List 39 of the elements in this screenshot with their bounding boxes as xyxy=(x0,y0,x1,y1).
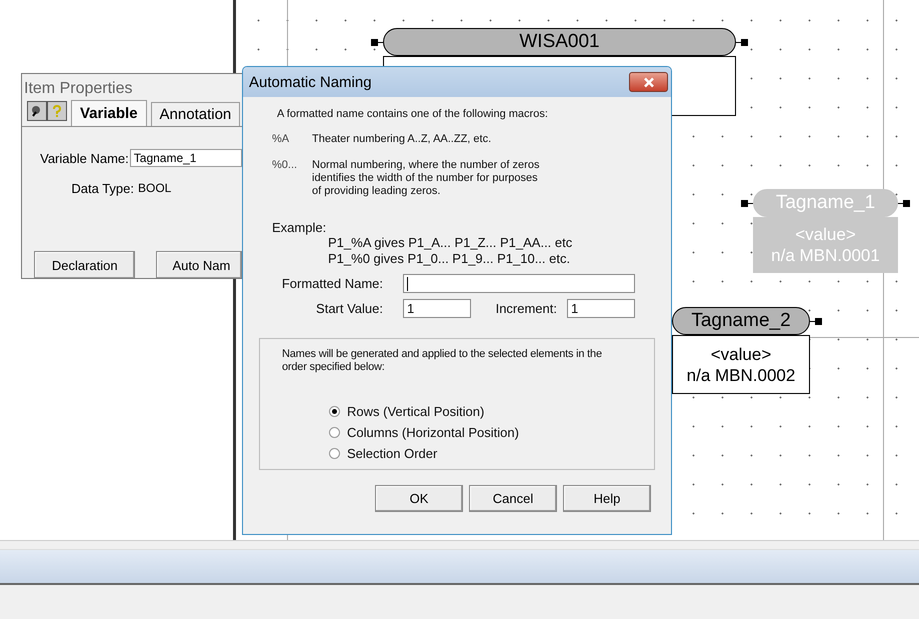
window-title: Item Properties xyxy=(23,79,134,99)
macro-description: Normal numbering, where the number of zeros identifies the width of the number for purposes of providing leading zeros. xyxy=(312,159,540,198)
dialog-button[interactable]: Declaration xyxy=(34,251,136,278)
field-label: Formatted Name: xyxy=(280,276,383,291)
field-label: Data Type: xyxy=(70,180,134,196)
tab[interactable]: Annotation xyxy=(150,102,240,126)
field-label: Increment: xyxy=(494,301,557,316)
tag-label: WISA001 xyxy=(383,28,736,56)
input-field[interactable]: Tagname_1 xyxy=(130,149,242,167)
macro-code: %A xyxy=(272,133,290,146)
dialog-title: Automatic Naming xyxy=(249,74,372,90)
radio-option[interactable]: Rows (Vertical Position) xyxy=(329,404,654,419)
radio-option[interactable]: Selection Order xyxy=(329,446,654,461)
close-button[interactable] xyxy=(629,72,668,92)
dialog-button[interactable]: Auto Nam xyxy=(156,251,242,278)
input-field[interactable] xyxy=(403,274,635,293)
pin-icon[interactable] xyxy=(27,101,47,121)
input-field[interactable]: 1 xyxy=(567,299,635,318)
field-value: BOOL xyxy=(138,181,172,195)
value-text: n/a MBN.0002 xyxy=(686,364,796,386)
value-text: <value> xyxy=(710,344,772,364)
dialog-button[interactable]: Help xyxy=(563,485,651,512)
example-label: Example: xyxy=(272,220,328,235)
close-icon xyxy=(642,76,654,88)
order-note: Names will be generated and applied to the selected elements in the order specified below: xyxy=(282,348,603,374)
tag-label: Tagname_2 xyxy=(672,307,810,335)
example-text: P1_%A gives P1_A... P1_Z... P1_AA... etc xyxy=(328,235,574,251)
tab[interactable]: Variable xyxy=(71,100,147,126)
macro-description: Theater numbering A..Z, AA..ZZ, etc. xyxy=(312,133,492,146)
field-label: Variable Name: xyxy=(39,150,129,166)
help-icon[interactable] xyxy=(47,101,67,121)
dialog-button[interactable]: Cancel xyxy=(469,485,557,512)
dialog-button[interactable]: OK xyxy=(375,485,463,512)
example-text: P1_%0 gives P1_0... P1_9... P1_10... etc. xyxy=(328,251,572,267)
input-field[interactable]: 1 xyxy=(403,299,471,318)
macro-code: %0... xyxy=(272,159,298,173)
radio-option[interactable]: Columns (Horizontal Position) xyxy=(329,425,654,440)
intro-text: A formatted name contains one of the following macros: xyxy=(277,108,549,120)
field-label: Start Value: xyxy=(315,301,383,316)
